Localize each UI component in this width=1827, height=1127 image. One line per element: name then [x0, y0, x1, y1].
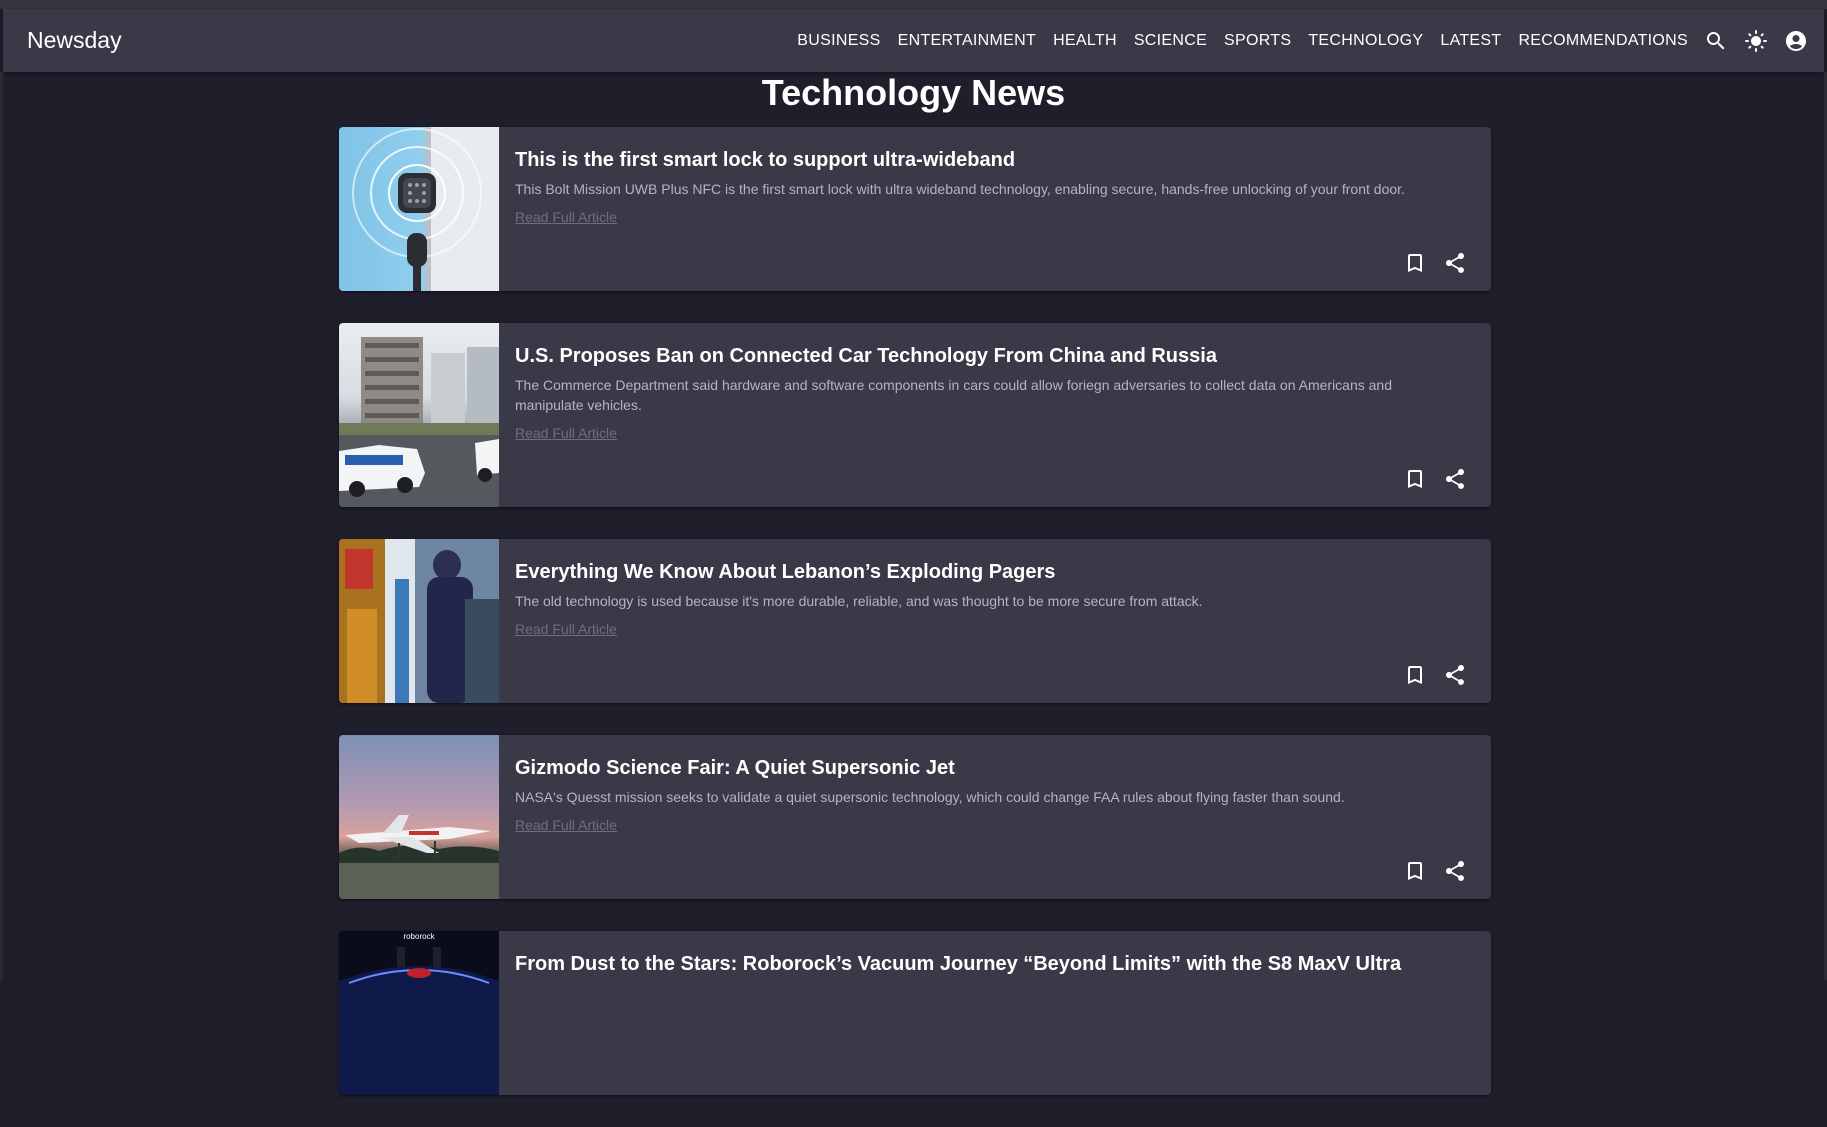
share-icon [1446, 665, 1464, 685]
article-card: U.S. Proposes Ban on Connected Car Techn… [339, 323, 1491, 507]
article-title[interactable]: This is the first smart lock to support … [515, 147, 1475, 173]
share-button[interactable] [1435, 463, 1475, 495]
street-cars-image [339, 337, 499, 507]
article-description: This Bolt Mission UWB Plus NFC is the fi… [515, 181, 1405, 197]
category-nav: BUSINESS ENTERTAINMENT HEALTH SCIENCE SP… [797, 21, 1824, 61]
article-actions [1395, 855, 1475, 887]
search-icon [1707, 31, 1725, 49]
article-thumbnail[interactable] [339, 539, 499, 703]
read-full-article-link[interactable]: Read Full Article [515, 621, 617, 637]
bookmark-icon [1408, 254, 1422, 272]
article-card: roborock From Dust to the Stars: Roboroc… [339, 931, 1491, 1095]
theme-toggle-button[interactable] [1736, 21, 1776, 61]
supersonic-jet-image [339, 815, 499, 899]
article-card: Gizmodo Science Fair: A Quiet Supersonic… [339, 735, 1491, 899]
share-button[interactable] [1435, 855, 1475, 887]
bookmark-button[interactable] [1395, 659, 1435, 691]
article-list: This is the first smart lock to support … [339, 127, 1491, 1127]
nav-business[interactable]: BUSINESS [797, 32, 880, 50]
article-card: This is the first smart lock to support … [339, 127, 1491, 291]
nav-entertainment[interactable]: ENTERTAINMENT [898, 32, 1036, 50]
article-actions [1395, 463, 1475, 495]
bookmark-icon [1408, 470, 1422, 488]
nav-technology[interactable]: TECHNOLOGY [1308, 32, 1423, 50]
article-title[interactable]: From Dust to the Stars: Roborock’s Vacuu… [515, 951, 1475, 977]
bookmark-icon [1408, 862, 1422, 880]
page-title: Technology News [761, 72, 1066, 113]
bookmark-button[interactable] [1395, 247, 1435, 279]
nav-science[interactable]: SCIENCE [1134, 32, 1207, 50]
share-icon [1446, 253, 1464, 273]
left-edge [0, 72, 3, 980]
brand-logo[interactable]: Newsday [27, 27, 122, 54]
article-actions [1395, 659, 1475, 691]
smart-lock-image [352, 127, 499, 291]
account-button[interactable] [1776, 21, 1816, 61]
bookmark-button[interactable] [1395, 463, 1435, 495]
article-title[interactable]: Gizmodo Science Fair: A Quiet Supersonic… [515, 755, 1475, 781]
article-thumbnail[interactable] [339, 323, 499, 507]
bookmark-icon [1408, 666, 1422, 684]
nav-latest[interactable]: LATEST [1440, 32, 1501, 50]
share-icon [1446, 469, 1464, 489]
article-thumbnail[interactable] [339, 127, 499, 291]
app-bar: Newsday BUSINESS ENTERTAINMENT HEALTH SC… [3, 9, 1824, 72]
search-button[interactable] [1696, 21, 1736, 61]
light-mode-icon [1745, 29, 1767, 52]
article-card: Everything We Know About Lebanon’s Explo… [339, 539, 1491, 703]
roborock-logo-text: roborock [403, 932, 435, 941]
share-button[interactable] [1435, 659, 1475, 691]
article-description: NASA's Quesst mission seeks to validate … [515, 789, 1345, 805]
article-content: Gizmodo Science Fair: A Quiet Supersonic… [499, 735, 1491, 899]
article-content: Everything We Know About Lebanon’s Explo… [499, 539, 1491, 703]
article-title[interactable]: U.S. Proposes Ban on Connected Car Techn… [515, 343, 1475, 369]
article-content: This is the first smart lock to support … [499, 127, 1491, 291]
article-thumbnail[interactable] [339, 735, 499, 899]
roborock-image: roborock [339, 931, 499, 1095]
read-full-article-link[interactable]: Read Full Article [515, 425, 617, 441]
read-full-article-link[interactable]: Read Full Article [515, 817, 617, 833]
pagers-scene-image [339, 539, 499, 703]
read-full-article-link[interactable]: Read Full Article [515, 209, 617, 225]
article-description: The old technology is used because it's … [515, 593, 1203, 609]
nav-sports[interactable]: SPORTS [1224, 32, 1291, 50]
article-content: From Dust to the Stars: Roborock’s Vacuu… [499, 931, 1491, 1095]
article-description: The Commerce Department said hardware an… [515, 377, 1392, 413]
window-top-strip [0, 0, 1827, 9]
article-title[interactable]: Everything We Know About Lebanon’s Explo… [515, 559, 1475, 585]
bookmark-button[interactable] [1395, 855, 1435, 887]
nav-recommendations[interactable]: RECOMMENDATIONS [1518, 32, 1688, 50]
share-button[interactable] [1435, 247, 1475, 279]
article-thumbnail[interactable]: roborock [339, 931, 499, 1095]
nav-health[interactable]: HEALTH [1053, 32, 1117, 50]
share-icon [1446, 861, 1464, 881]
account-circle-icon [1786, 30, 1806, 51]
article-actions [1395, 247, 1475, 279]
article-content: U.S. Proposes Ban on Connected Car Techn… [499, 323, 1491, 507]
